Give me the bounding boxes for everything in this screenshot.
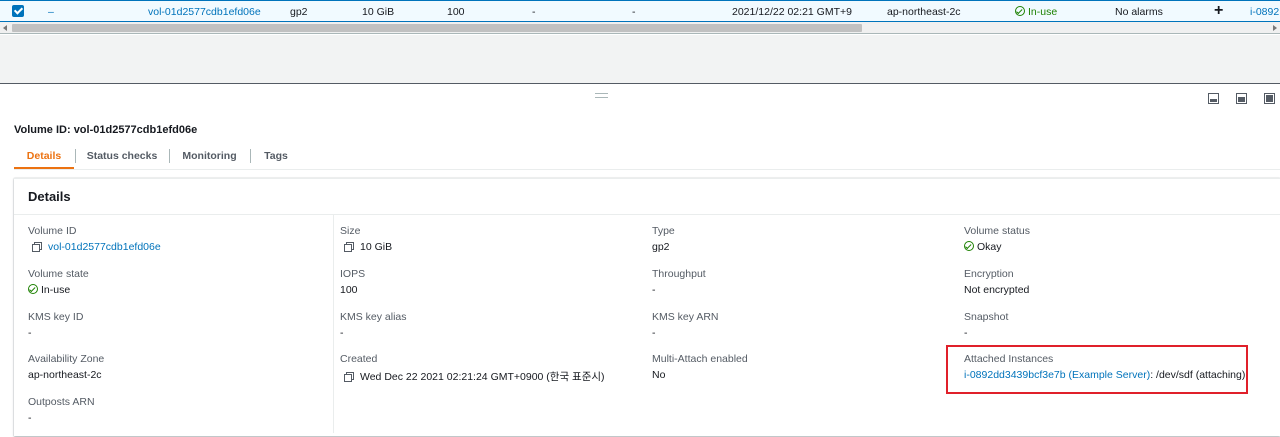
field-label: Outposts ARN — [28, 396, 95, 408]
tab-status-checks[interactable]: Status checks — [76, 145, 168, 169]
field-label: KMS key alias — [340, 311, 407, 323]
field-label: IOPS — [340, 268, 366, 280]
row-size-cell: 10 GiB — [362, 6, 395, 18]
drag-handle-icon[interactable] — [595, 93, 608, 98]
volume-id-link[interactable]: vol-01d2577cdb1efd06e — [48, 241, 161, 253]
field-snapshot: Snapshot - — [964, 311, 1008, 339]
created-value: Wed Dec 22 2021 02:21:24 GMT+0900 (한국 표준… — [360, 371, 605, 383]
field-multi-attach: Multi-Attach enabled No — [652, 353, 748, 381]
field-label: Type — [652, 225, 675, 237]
field-value-wrapper: In-use — [28, 284, 89, 296]
check-circle-icon — [28, 284, 38, 294]
field-label: Volume ID — [28, 225, 77, 237]
copy-icon[interactable] — [344, 372, 354, 382]
check-circle-icon — [964, 241, 974, 251]
field-label: Snapshot — [964, 311, 1009, 323]
field-throughput: Throughput - — [652, 268, 706, 296]
tab-details[interactable]: Details — [14, 145, 74, 169]
field-label: KMS key ID — [28, 311, 84, 323]
field-created: Created Wed Dec 22 2021 02:21:24 GMT+090… — [340, 353, 605, 384]
field-value-wrapper: 10 GiB — [340, 241, 392, 253]
add-alarm-plus-icon[interactable]: + — [1214, 2, 1223, 20]
pane-maximize-icon[interactable] — [1264, 93, 1275, 104]
volume-id-heading: Volume ID: vol-01d2577cdb1efd06e — [14, 124, 198, 136]
volume-status-value: Okay — [977, 241, 1002, 253]
field-label: Throughput — [652, 268, 706, 280]
pane-minimize-icon[interactable] — [1208, 93, 1219, 104]
field-value: - — [652, 327, 656, 339]
field-value: 100 — [340, 284, 358, 296]
field-size: Size 10 GiB — [340, 225, 392, 253]
scroll-left-icon[interactable] — [3, 25, 7, 31]
field-value: - — [964, 327, 968, 339]
field-label: KMS key ARN — [652, 311, 719, 323]
pane-split-icon[interactable] — [1236, 93, 1247, 104]
field-value-wrapper: Wed Dec 22 2021 02:21:24 GMT+0900 (한국 표준… — [340, 369, 605, 384]
field-kms-key-arn: KMS key ARN - — [652, 311, 719, 339]
field-value: - — [28, 412, 32, 424]
field-value: Not encrypted — [964, 284, 1030, 296]
row-instance-link[interactable]: i-0892 — [1250, 6, 1279, 18]
field-iops: IOPS 100 — [340, 268, 365, 296]
details-column-3: Type gp2 Throughput - KMS key ARN - Mult… — [638, 215, 950, 437]
field-value: No — [652, 369, 666, 381]
details-column-1: Volume ID vol-01d2577cdb1efd06e Volume s… — [14, 215, 334, 437]
split-pane-divider[interactable] — [0, 83, 1280, 84]
size-value: 10 GiB — [360, 241, 393, 253]
tab-tags[interactable]: Tags — [251, 145, 301, 169]
details-panel: Details Volume ID vol-01d2577cdb1efd06e … — [14, 178, 1280, 436]
field-label: Created — [340, 353, 378, 365]
check-circle-icon — [1015, 6, 1025, 16]
horizontal-scrollbar[interactable] — [0, 22, 1280, 34]
tabs-underline — [14, 169, 1280, 170]
row-snapshot-cell: - — [632, 6, 636, 18]
scrollbar-thumb[interactable] — [12, 24, 862, 32]
field-type: Type gp2 — [652, 225, 675, 253]
copy-icon[interactable] — [344, 242, 354, 252]
field-volume-status: Volume status Okay — [964, 225, 1030, 253]
field-outposts-arn: Outposts ARN - — [28, 396, 95, 424]
row-checkbox[interactable] — [12, 5, 24, 17]
field-kms-key-id: KMS key ID - — [28, 311, 83, 339]
field-encryption: Encryption Not encrypted — [964, 268, 1029, 296]
field-value: - — [652, 284, 656, 296]
row-created-cell: 2021/12/22 02:21 GMT+9 — [732, 6, 852, 18]
field-label: Size — [340, 225, 361, 237]
row-throughput-cell: - — [532, 6, 536, 18]
field-value: - — [28, 327, 32, 339]
scroll-right-icon[interactable] — [1273, 25, 1277, 31]
table-empty-area — [0, 35, 1280, 83]
details-column-2: Size 10 GiB IOPS 100 KMS key alias - Cre… — [326, 215, 638, 437]
row-type-cell: gp2 — [290, 6, 308, 18]
field-label: Encryption — [964, 268, 1014, 280]
field-value: - — [340, 327, 344, 339]
row-zone-cell: ap-northeast-2c — [887, 6, 961, 18]
attached-instances-highlight — [946, 345, 1248, 394]
field-value: gp2 — [652, 241, 670, 253]
panel-title: Details — [28, 189, 71, 204]
row-alarms-cell: No alarms — [1115, 6, 1163, 18]
field-volume-state: Volume state In-use — [28, 268, 89, 296]
copy-icon[interactable] — [32, 242, 42, 252]
selected-volume-row[interactable]: – vol-01d2577cdb1efd06e gp2 10 GiB 100 -… — [0, 0, 1280, 22]
field-value: ap-northeast-2c — [28, 369, 102, 381]
field-value-wrapper: vol-01d2577cdb1efd06e — [28, 241, 161, 253]
row-iops-cell: 100 — [447, 6, 465, 18]
field-availability-zone: Availability Zone ap-northeast-2c — [28, 353, 104, 381]
row-state-cell: In-use — [1015, 6, 1057, 18]
row-name-cell: – — [48, 6, 54, 18]
field-kms-key-alias: KMS key alias - — [340, 311, 407, 339]
field-value-wrapper: Okay — [964, 241, 1030, 253]
details-column-4: Volume status Okay Encryption Not encryp… — [950, 215, 1280, 437]
volume-state-value: In-use — [41, 284, 71, 296]
row-state-label: In-use — [1028, 6, 1058, 18]
field-label: Availability Zone — [28, 353, 105, 365]
field-label: Volume status — [964, 225, 1030, 237]
field-volume-id: Volume ID vol-01d2577cdb1efd06e — [28, 225, 161, 253]
tab-monitoring[interactable]: Monitoring — [170, 145, 249, 169]
field-label: Multi-Attach enabled — [652, 353, 748, 365]
row-volume-id-link[interactable]: vol-01d2577cdb1efd06e — [148, 6, 261, 18]
field-label: Volume state — [28, 268, 89, 280]
